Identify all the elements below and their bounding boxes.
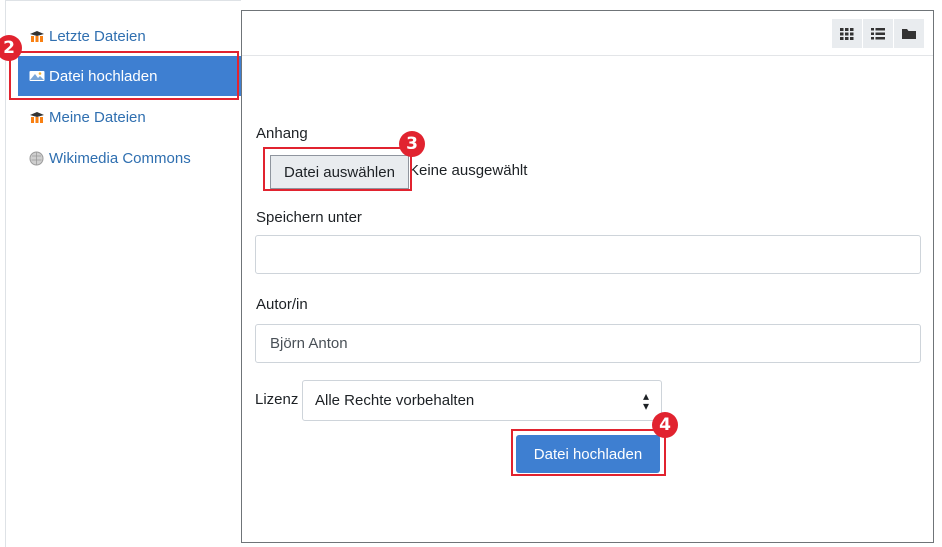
list-view-icon	[871, 27, 885, 39]
panel-header	[242, 11, 933, 56]
list-view-button[interactable]	[863, 19, 893, 48]
moodle-icon	[29, 30, 49, 42]
moodle-icon	[29, 111, 49, 123]
author-label: Autor/in	[256, 296, 308, 313]
folder-view-button[interactable]	[894, 19, 924, 48]
grid-view-icon	[840, 27, 854, 40]
grid-view-button[interactable]	[832, 19, 862, 48]
wikimedia-icon	[29, 151, 49, 166]
highlight-box-upload-button	[511, 429, 666, 476]
attachment-label: Anhang	[256, 125, 308, 142]
license-select-value: Alle Rechte vorbehalten	[315, 392, 475, 409]
view-toggle-group	[831, 19, 924, 48]
sidebar-item-my-files[interactable]: Meine Dateien	[18, 98, 238, 136]
sidebar-item-label: Wikimedia Commons	[49, 149, 191, 167]
sidebar-item-wikimedia-commons[interactable]: Wikimedia Commons	[18, 139, 238, 177]
select-arrows-icon: ▴ ▾	[642, 389, 649, 413]
license-select[interactable]: Alle Rechte vorbehalten ▴ ▾	[302, 380, 662, 421]
save-as-input[interactable]	[255, 235, 921, 274]
highlight-box-choose-file	[263, 147, 412, 191]
license-label: Lizenz	[255, 391, 299, 408]
sidebar-item-label: Meine Dateien	[49, 108, 146, 126]
sidebar-item-recent-files[interactable]: Letzte Dateien	[18, 17, 238, 55]
author-input[interactable]: Björn Anton	[255, 324, 921, 363]
highlight-box-upload-tab	[9, 51, 239, 100]
no-file-selected-text: Keine ausgewählt	[409, 162, 528, 179]
step-badge-4: 4	[652, 412, 678, 438]
save-as-label: Speichern unter	[256, 209, 362, 226]
step-badge-3: 3	[399, 131, 425, 157]
sidebar-item-label: Letzte Dateien	[49, 27, 146, 45]
folder-view-icon	[902, 28, 916, 39]
